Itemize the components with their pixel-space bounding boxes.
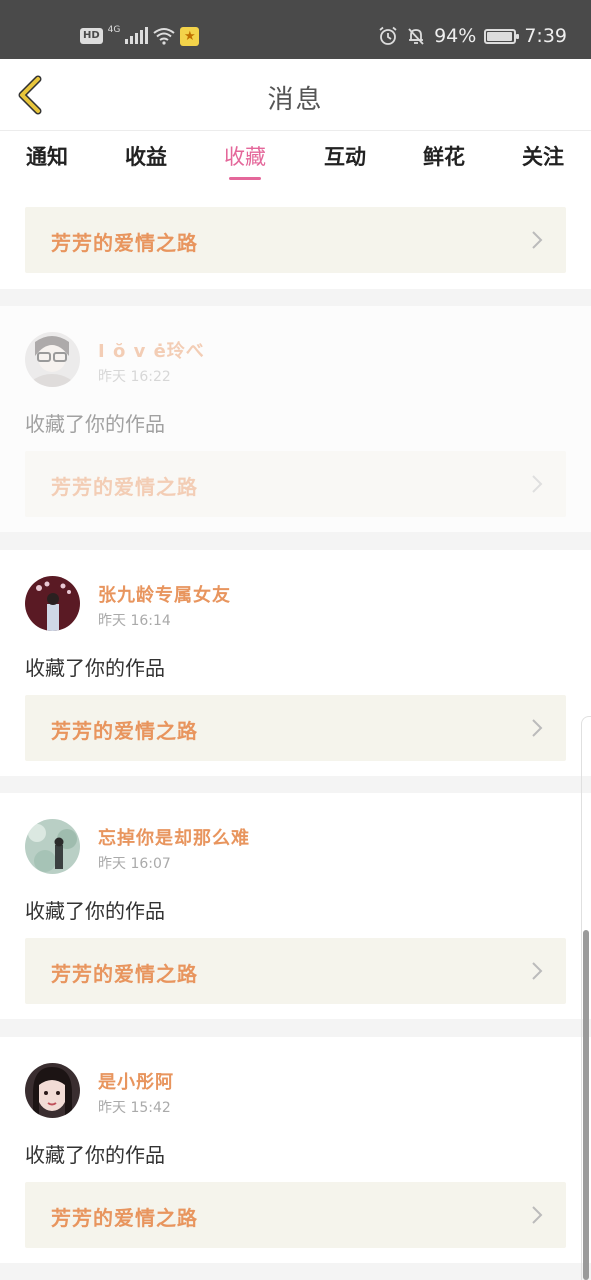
active-tab-indicator	[229, 177, 261, 180]
work-card[interactable]: 芳芳的爱情之路	[25, 451, 566, 517]
tab-earnings[interactable]: 收益	[116, 141, 176, 171]
tab-interaction[interactable]: 互动	[315, 141, 375, 171]
app-header: 消息	[0, 59, 591, 131]
work-card[interactable]: 芳芳的爱情之路	[25, 1182, 566, 1248]
username[interactable]: 忘掉你是却那么难	[98, 824, 250, 850]
notification-item: 是小彤阿 昨天 15:42 收藏了你的作品 芳芳的爱情之路	[0, 1037, 591, 1263]
avatar[interactable]	[25, 819, 80, 874]
notification-item: 张九龄专属女友 昨天 16:14 收藏了你的作品 芳芳的爱情之路	[0, 550, 591, 776]
work-title: 芳芳的爱情之路	[51, 962, 198, 986]
tab-notification[interactable]: 通知	[17, 141, 77, 171]
clock: 7:39	[524, 25, 567, 47]
username[interactable]: I ŏ v ė玲べ	[98, 337, 205, 363]
section-divider	[0, 776, 591, 794]
timestamp: 昨天 16:07	[98, 856, 171, 872]
page-title: 消息	[267, 85, 324, 115]
timestamp: 昨天 16:14	[98, 613, 171, 629]
work-card[interactable]: 芳芳的爱情之路	[25, 695, 566, 761]
battery-fill	[487, 31, 512, 41]
section-divider	[0, 289, 591, 307]
status-left: HD 4G ★	[80, 25, 200, 46]
work-title: 芳芳的爱情之路	[51, 1206, 198, 1230]
chevron-right-icon	[532, 475, 543, 493]
signal-icon	[125, 27, 149, 44]
tab-following[interactable]: 关注	[513, 141, 573, 171]
timestamp: 昨天 15:42	[98, 1100, 171, 1116]
action-text: 收藏了你的作品	[25, 412, 165, 436]
notification-item: I ŏ v ė玲べ 昨天 16:22 收藏了你的作品 芳芳的爱情之路	[0, 306, 591, 532]
chevron-right-icon	[532, 231, 543, 249]
avatar[interactable]	[25, 1063, 80, 1118]
action-text: 收藏了你的作品	[25, 656, 165, 680]
tab-flowers[interactable]: 鲜花	[414, 141, 474, 171]
chevron-right-icon	[532, 962, 543, 980]
work-title: 芳芳的爱情之路	[51, 231, 198, 255]
tab-bar: 通知 收益 收藏 互动 鲜花 关注	[0, 131, 591, 191]
work-title: 芳芳的爱情之路	[51, 475, 198, 499]
network-type: 4G	[107, 25, 121, 35]
status-bar: HD 4G ★ 94% 7:39	[0, 0, 591, 59]
section-divider	[0, 532, 591, 550]
chevron-right-icon	[532, 1206, 543, 1224]
scrollbar-thumb[interactable]	[583, 930, 589, 1280]
username[interactable]: 张九龄专属女友	[98, 581, 231, 607]
wifi-icon	[153, 28, 175, 45]
section-divider	[0, 1263, 591, 1280]
app-notification-icon: ★	[180, 26, 200, 46]
mute-bell-icon	[408, 28, 424, 45]
notification-item: 忘掉你是却那么难 昨天 16:07 收藏了你的作品 芳芳的爱情之路	[0, 793, 591, 1019]
action-text: 收藏了你的作品	[25, 899, 165, 923]
avatar[interactable]	[25, 576, 80, 631]
tab-favorites[interactable]: 收藏	[215, 141, 275, 171]
work-card[interactable]: 芳芳的爱情之路	[25, 207, 566, 273]
username[interactable]: 是小彤阿	[98, 1068, 174, 1094]
timestamp: 昨天 16:22	[98, 369, 171, 385]
avatar[interactable]	[25, 332, 80, 387]
battery-icon	[484, 28, 520, 44]
chevron-right-icon	[532, 719, 543, 737]
hd-badge: HD	[80, 28, 103, 44]
action-text: 收藏了你的作品	[25, 1143, 165, 1167]
work-title: 芳芳的爱情之路	[51, 719, 198, 743]
work-card[interactable]: 芳芳的爱情之路	[25, 938, 566, 1004]
battery-percent: 94%	[434, 25, 477, 47]
alarm-icon	[379, 26, 397, 45]
section-divider	[0, 1019, 591, 1037]
status-right: 94% 7:39	[378, 24, 567, 48]
